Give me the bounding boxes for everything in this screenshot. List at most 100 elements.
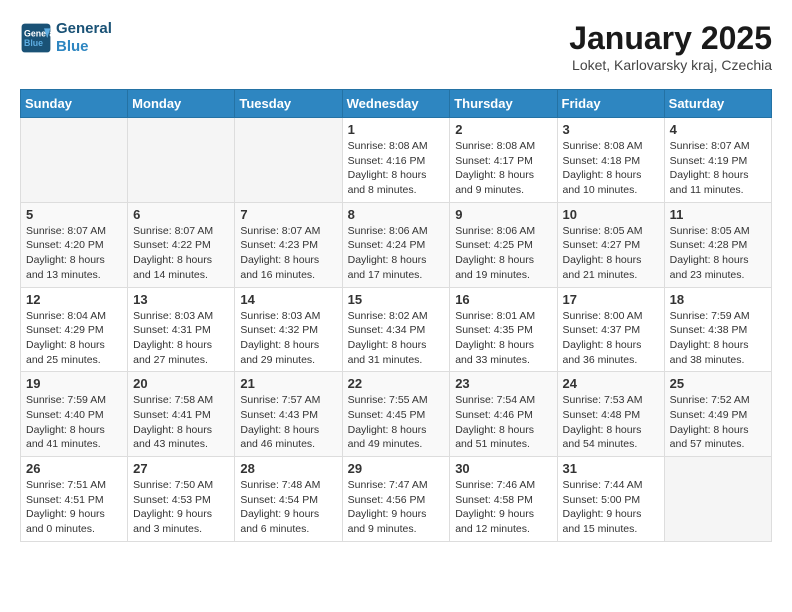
calendar-cell — [235, 118, 342, 203]
day-info: Sunrise: 8:06 AM Sunset: 4:25 PM Dayligh… — [455, 224, 551, 283]
logo-icon: General Blue — [20, 22, 52, 54]
day-info: Sunrise: 8:06 AM Sunset: 4:24 PM Dayligh… — [348, 224, 445, 283]
day-info: Sunrise: 7:57 AM Sunset: 4:43 PM Dayligh… — [240, 393, 336, 452]
logo: General Blue General Blue — [20, 20, 112, 56]
calendar-cell: 26 Sunrise: 7:51 AM Sunset: 4:51 PM Dayli… — [21, 457, 128, 542]
header: General Blue General Blue January 2025 L… — [20, 20, 772, 73]
day-info: Sunrise: 8:03 AM Sunset: 4:32 PM Dayligh… — [240, 309, 336, 368]
calendar-cell: 13 Sunrise: 8:03 AM Sunset: 4:31 PM Dayli… — [128, 287, 235, 372]
header-saturday: Saturday — [664, 90, 771, 118]
day-info: Sunrise: 8:05 AM Sunset: 4:27 PM Dayligh… — [563, 224, 659, 283]
day-info: Sunrise: 8:03 AM Sunset: 4:31 PM Dayligh… — [133, 309, 229, 368]
location: Loket, Karlovarsky kraj, Czechia — [569, 57, 772, 73]
day-info: Sunrise: 8:08 AM Sunset: 4:17 PM Dayligh… — [455, 139, 551, 198]
day-number: 17 — [563, 292, 659, 307]
day-info: Sunrise: 7:59 AM Sunset: 4:40 PM Dayligh… — [26, 393, 122, 452]
day-info: Sunrise: 8:04 AM Sunset: 4:29 PM Dayligh… — [26, 309, 122, 368]
day-number: 10 — [563, 207, 659, 222]
calendar-header-row: SundayMondayTuesdayWednesdayThursdayFrid… — [21, 90, 772, 118]
day-number: 13 — [133, 292, 229, 307]
day-number: 21 — [240, 376, 336, 391]
header-sunday: Sunday — [21, 90, 128, 118]
title-area: January 2025 Loket, Karlovarsky kraj, Cz… — [569, 20, 772, 73]
week-row-4: 26 Sunrise: 7:51 AM Sunset: 4:51 PM Dayli… — [21, 457, 772, 542]
day-number: 31 — [563, 461, 659, 476]
calendar-cell: 8 Sunrise: 8:06 AM Sunset: 4:24 PM Daylig… — [342, 202, 450, 287]
day-info: Sunrise: 7:58 AM Sunset: 4:41 PM Dayligh… — [133, 393, 229, 452]
calendar-cell: 30 Sunrise: 7:46 AM Sunset: 4:58 PM Dayli… — [450, 457, 557, 542]
day-number: 28 — [240, 461, 336, 476]
calendar-cell — [664, 457, 771, 542]
day-info: Sunrise: 8:02 AM Sunset: 4:34 PM Dayligh… — [348, 309, 445, 368]
calendar-cell — [128, 118, 235, 203]
calendar-cell: 6 Sunrise: 8:07 AM Sunset: 4:22 PM Daylig… — [128, 202, 235, 287]
day-number: 29 — [348, 461, 445, 476]
day-info: Sunrise: 7:50 AM Sunset: 4:53 PM Dayligh… — [133, 478, 229, 537]
day-info: Sunrise: 7:46 AM Sunset: 4:58 PM Dayligh… — [455, 478, 551, 537]
day-number: 16 — [455, 292, 551, 307]
day-number: 24 — [563, 376, 659, 391]
calendar-cell: 10 Sunrise: 8:05 AM Sunset: 4:27 PM Dayli… — [557, 202, 664, 287]
day-number: 22 — [348, 376, 445, 391]
calendar-cell: 24 Sunrise: 7:53 AM Sunset: 4:48 PM Dayli… — [557, 372, 664, 457]
day-info: Sunrise: 7:44 AM Sunset: 5:00 PM Dayligh… — [563, 478, 659, 537]
day-number: 30 — [455, 461, 551, 476]
calendar-cell: 5Sunrise: 8:07 AM Sunset: 4:20 PM Daylig… — [21, 202, 128, 287]
day-number: 27 — [133, 461, 229, 476]
header-friday: Friday — [557, 90, 664, 118]
calendar-cell: 27 Sunrise: 7:50 AM Sunset: 4:53 PM Dayli… — [128, 457, 235, 542]
calendar-cell: 31 Sunrise: 7:44 AM Sunset: 5:00 PM Dayli… — [557, 457, 664, 542]
calendar-cell: 12 Sunrise: 8:04 AM Sunset: 4:29 PM Dayli… — [21, 287, 128, 372]
calendar-cell: 17 Sunrise: 8:00 AM Sunset: 4:37 PM Dayli… — [557, 287, 664, 372]
day-number: 23 — [455, 376, 551, 391]
week-row-1: 5Sunrise: 8:07 AM Sunset: 4:20 PM Daylig… — [21, 202, 772, 287]
calendar-cell: 22 Sunrise: 7:55 AM Sunset: 4:45 PM Dayli… — [342, 372, 450, 457]
calendar-cell: 20 Sunrise: 7:58 AM Sunset: 4:41 PM Dayli… — [128, 372, 235, 457]
day-info: Sunrise: 7:55 AM Sunset: 4:45 PM Dayligh… — [348, 393, 445, 452]
header-thursday: Thursday — [450, 90, 557, 118]
week-row-3: 19Sunrise: 7:59 AM Sunset: 4:40 PM Dayli… — [21, 372, 772, 457]
day-info: Sunrise: 8:01 AM Sunset: 4:35 PM Dayligh… — [455, 309, 551, 368]
logo-blue: Blue — [56, 38, 112, 56]
day-number: 9 — [455, 207, 551, 222]
calendar-cell: 29 Sunrise: 7:47 AM Sunset: 4:56 PM Dayli… — [342, 457, 450, 542]
day-number: 25 — [670, 376, 766, 391]
calendar-cell: 15 Sunrise: 8:02 AM Sunset: 4:34 PM Dayli… — [342, 287, 450, 372]
day-number: 4 — [670, 122, 766, 137]
day-number: 26 — [26, 461, 122, 476]
day-info: Sunrise: 7:48 AM Sunset: 4:54 PM Dayligh… — [240, 478, 336, 537]
day-info: Sunrise: 7:54 AM Sunset: 4:46 PM Dayligh… — [455, 393, 551, 452]
logo-general: General — [56, 20, 112, 38]
day-number: 15 — [348, 292, 445, 307]
day-number: 7 — [240, 207, 336, 222]
calendar-cell: 21 Sunrise: 7:57 AM Sunset: 4:43 PM Dayli… — [235, 372, 342, 457]
calendar-cell: 1Sunrise: 8:08 AM Sunset: 4:16 PM Daylig… — [342, 118, 450, 203]
calendar-cell: 23 Sunrise: 7:54 AM Sunset: 4:46 PM Dayli… — [450, 372, 557, 457]
calendar-cell: 7Sunrise: 8:07 AM Sunset: 4:23 PM Daylig… — [235, 202, 342, 287]
day-info: Sunrise: 7:53 AM Sunset: 4:48 PM Dayligh… — [563, 393, 659, 452]
day-info: Sunrise: 8:07 AM Sunset: 4:22 PM Dayligh… — [133, 224, 229, 283]
day-number: 11 — [670, 207, 766, 222]
day-info: Sunrise: 8:00 AM Sunset: 4:37 PM Dayligh… — [563, 309, 659, 368]
calendar-cell — [21, 118, 128, 203]
day-number: 6 — [133, 207, 229, 222]
day-info: Sunrise: 8:08 AM Sunset: 4:18 PM Dayligh… — [563, 139, 659, 198]
calendar-cell: 4 Sunrise: 8:07 AM Sunset: 4:19 PM Daylig… — [664, 118, 771, 203]
calendar-cell: 16 Sunrise: 8:01 AM Sunset: 4:35 PM Dayli… — [450, 287, 557, 372]
day-number: 14 — [240, 292, 336, 307]
day-info: Sunrise: 8:07 AM Sunset: 4:20 PM Dayligh… — [26, 224, 122, 283]
header-wednesday: Wednesday — [342, 90, 450, 118]
week-row-2: 12 Sunrise: 8:04 AM Sunset: 4:29 PM Dayli… — [21, 287, 772, 372]
calendar-cell: 14 Sunrise: 8:03 AM Sunset: 4:32 PM Dayli… — [235, 287, 342, 372]
day-number: 20 — [133, 376, 229, 391]
calendar: SundayMondayTuesdayWednesdayThursdayFrid… — [20, 89, 772, 542]
day-number: 12 — [26, 292, 122, 307]
svg-text:Blue: Blue — [24, 38, 43, 48]
day-info: Sunrise: 7:47 AM Sunset: 4:56 PM Dayligh… — [348, 478, 445, 537]
calendar-cell: 18Sunrise: 7:59 AM Sunset: 4:38 PM Dayli… — [664, 287, 771, 372]
day-info: Sunrise: 7:51 AM Sunset: 4:51 PM Dayligh… — [26, 478, 122, 537]
day-number: 8 — [348, 207, 445, 222]
calendar-cell: 3Sunrise: 8:08 AM Sunset: 4:18 PM Daylig… — [557, 118, 664, 203]
day-number: 18 — [670, 292, 766, 307]
day-info: Sunrise: 8:07 AM Sunset: 4:19 PM Dayligh… — [670, 139, 766, 198]
